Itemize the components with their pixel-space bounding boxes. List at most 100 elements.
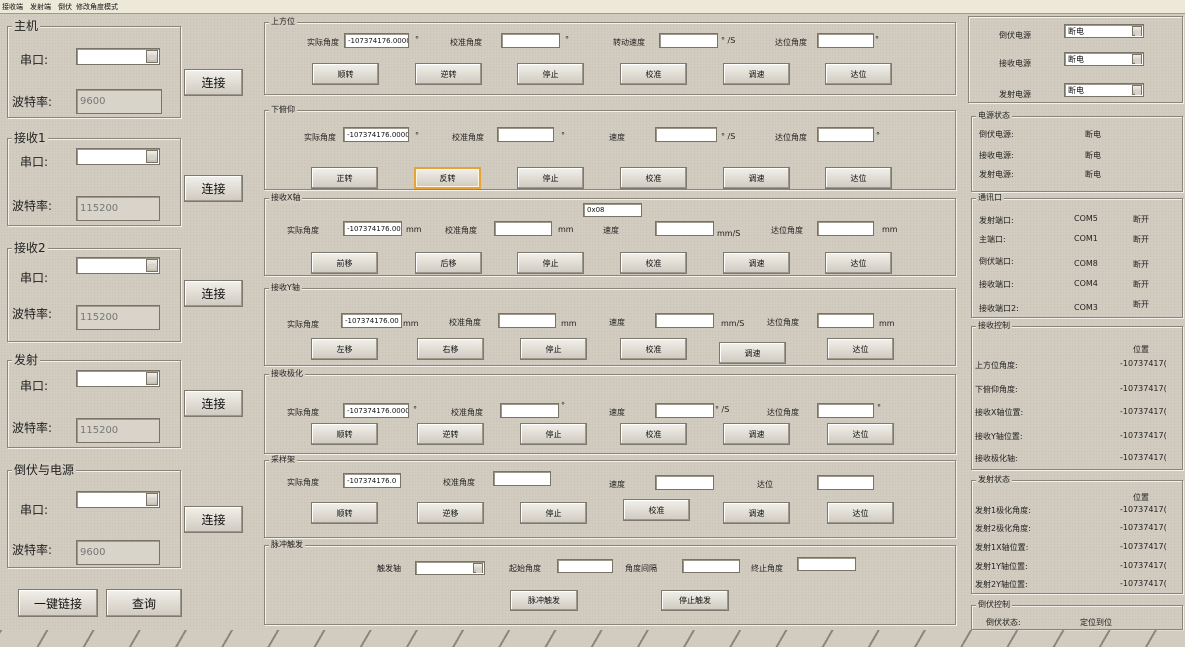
target-angle-input[interactable] [817,127,874,142]
connect-host-button[interactable]: 连接 [184,69,243,96]
menu-item-angle-mode[interactable]: 修改角度模式 [76,2,118,12]
cal-angle-input[interactable] [497,127,554,142]
move-back-button[interactable]: 后移 [415,252,482,274]
calibrate-button[interactable]: 校准 [620,338,687,360]
port-select[interactable] [76,257,160,274]
baud-field[interactable]: 9600 [76,89,162,114]
stop-trigger-button[interactable]: 停止触发 [661,590,729,611]
go-to-position-button[interactable]: 达位 [827,423,894,445]
target-angle-input[interactable] [817,33,874,48]
forward-rotate-button[interactable]: 正转 [311,167,378,189]
menu-item-receiver[interactable]: 接收端 [2,2,23,12]
set-speed-button[interactable]: 调速 [723,252,790,274]
set-speed-button[interactable]: 调速 [719,342,786,364]
cal-angle-input[interactable] [500,403,559,418]
calibrate-button[interactable]: 校准 [620,63,687,85]
trigger-axis-select[interactable] [415,561,485,575]
calibrate-button[interactable]: 校准 [623,499,690,521]
chevron-down-icon[interactable] [1132,54,1142,64]
baud-field[interactable]: 115200 [76,418,160,443]
daofu-power-select[interactable]: 断电 [1064,24,1144,38]
go-to-position-button[interactable]: 达位 [825,167,892,189]
menu-item-daofu[interactable]: 倒伏 [58,2,72,12]
speed-input[interactable] [655,475,714,490]
pulse-trigger-button[interactable]: 脉冲触发 [510,590,578,611]
actual-angle-field[interactable]: -107374176.00 [343,221,402,236]
speed-input[interactable] [655,127,717,142]
query-button[interactable]: 查询 [106,589,182,617]
port-select[interactable] [76,148,160,165]
chevron-down-icon[interactable] [1132,85,1142,95]
target-angle-input[interactable] [817,221,874,236]
speed-input[interactable] [655,403,714,418]
rotate-cw-button[interactable]: 顺转 [312,63,379,85]
set-speed-button[interactable]: 调速 [723,502,790,524]
connect-rx2-button[interactable]: 连接 [184,280,243,307]
rotate-cw-button[interactable]: 顺转 [311,502,378,524]
actual-angle-field[interactable]: -107374176.00 [341,313,402,328]
target-angle-input[interactable] [817,313,874,328]
rotate-cw-button[interactable]: 顺转 [311,423,378,445]
speed-input[interactable] [659,33,718,48]
actual-angle-field[interactable]: -107374176.0000 [344,33,409,48]
target-input[interactable] [817,475,874,490]
stop-button[interactable]: 停止 [517,63,584,85]
connect-daofu-button[interactable]: 连接 [184,506,243,533]
stop-button[interactable]: 停止 [520,502,587,524]
set-speed-button[interactable]: 调速 [723,63,790,85]
target-angle-input[interactable] [817,403,874,418]
port-select[interactable] [76,370,160,387]
chevron-down-icon[interactable] [146,493,158,506]
set-speed-button[interactable]: 调速 [723,423,790,445]
baud-field[interactable]: 115200 [76,196,160,221]
chevron-down-icon[interactable] [146,372,158,385]
chevron-down-icon[interactable] [146,150,158,163]
stop-button[interactable]: 停止 [520,338,587,360]
reverse-rotate-button[interactable]: 反转 [414,167,481,189]
baud-field[interactable]: 115200 [76,305,160,330]
move-right-button[interactable]: 右移 [417,338,484,360]
go-to-position-button[interactable]: 达位 [825,252,892,274]
rotate-ccw-button[interactable]: 逆转 [417,423,484,445]
calibrate-button[interactable]: 校准 [620,423,687,445]
move-back-button[interactable]: 逆移 [417,502,484,524]
move-forward-button[interactable]: 前移 [311,252,378,274]
calibrate-button[interactable]: 校准 [620,252,687,274]
speed-input[interactable] [655,313,714,328]
actual-angle-field[interactable]: -107374176.0000 [343,127,409,142]
tx-power-select[interactable]: 断电 [1064,83,1144,97]
rotate-ccw-button[interactable]: 逆转 [415,63,482,85]
baud-field[interactable]: 9600 [76,540,160,565]
connect-rx1-button[interactable]: 连接 [184,175,243,202]
one-click-connect-button[interactable]: 一键链接 [18,589,98,617]
chevron-down-icon[interactable] [473,563,483,573]
move-left-button[interactable]: 左移 [311,338,378,360]
chevron-down-icon[interactable] [1132,26,1142,36]
port-select[interactable] [76,48,160,65]
calibrate-button[interactable]: 校准 [620,167,687,189]
cal-angle-input[interactable] [494,221,552,236]
stop-button[interactable]: 停止 [517,167,584,189]
stop-button[interactable]: 停止 [520,423,587,445]
port-select[interactable] [76,491,160,508]
rx-power-select[interactable]: 断电 [1064,52,1144,66]
angle-interval-input[interactable] [682,559,740,573]
chevron-down-icon[interactable] [146,50,158,63]
actual-angle-field[interactable]: -107374176.0000 [343,403,409,418]
cal-angle-input[interactable] [498,313,556,328]
actual-angle-field[interactable]: -107374176.0 [343,473,401,488]
start-angle-input[interactable] [557,559,613,573]
hex-value-field[interactable]: 0x08 [583,203,642,217]
go-to-position-button[interactable]: 达位 [827,338,894,360]
stop-button[interactable]: 停止 [517,252,584,274]
chevron-down-icon[interactable] [146,259,158,272]
menu-item-transmitter[interactable]: 发射端 [30,2,51,12]
speed-input[interactable] [655,221,714,236]
connect-tx-button[interactable]: 连接 [184,390,243,417]
end-angle-input[interactable] [797,557,856,571]
cal-angle-input[interactable] [501,33,560,48]
cal-angle-input[interactable] [493,471,551,486]
go-to-position-button[interactable]: 达位 [825,63,892,85]
set-speed-button[interactable]: 调速 [723,167,790,189]
go-to-position-button[interactable]: 达位 [827,502,894,524]
